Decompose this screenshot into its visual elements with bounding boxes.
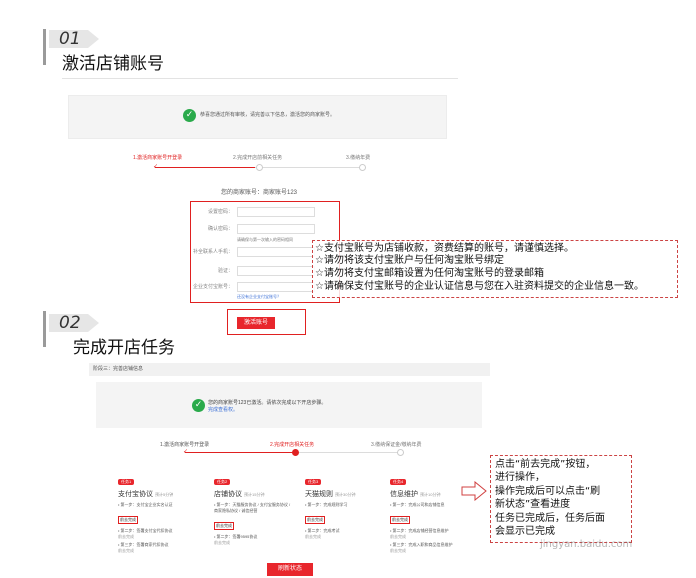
alipay-tip-1: ☆支付宝账号为店铺收款，资费结算的账号，请谨慎选择。 [315,243,574,254]
task1-step3-status[interactable]: 前去完成 [118,548,202,554]
alipay-account-label: 企业支付宝账号： [192,284,233,290]
refresh-status-button[interactable]: 刷新状态 [267,563,313,576]
task2-badge: 任务2 [214,479,231,485]
step1-progress-dot-2 [256,164,263,171]
confirm-password-input[interactable] [237,224,315,234]
task3-name: 天猫规则 预计30分钟 [305,490,385,500]
step1-number-tag: 01 [49,30,99,48]
task3-step1: • 第一步：完成规则学习 [305,502,348,507]
verify-code-label: 验证： [217,268,233,274]
step1-progress-step-3: 3.缴纳年费 [346,155,371,161]
task1-badge: 任务1 [118,479,135,485]
task4-step2-status[interactable]: 前去完成 [390,534,468,540]
step2-progress-check-icon: ✓ [183,449,189,455]
task-tip-line-6: 会显示已完成 [495,526,555,537]
task3-name-text: 天猫规则 [305,491,333,498]
task-tip-line-3: 操作完成后可以点击“刷 [495,486,601,497]
step2-progress-dot-3 [397,449,404,456]
step1-progress-check-icon: ✓ [153,164,159,170]
activated-check-icon: ✓ [192,399,205,412]
step2-progress-step-3: 3.缴纳保证金/缴纳年费 [371,442,422,448]
activated-notice-line1: 您的商家账号123已激活。请依次完成以下开店步骤。 [208,400,327,406]
confirm-password-label: 确认密码： [207,226,233,232]
task3-step1-go-link[interactable]: 前去完成 [305,516,325,524]
step2-marker-bar [43,311,46,347]
step2-number: 02 [59,313,81,333]
task3-badge: 任务3 [305,479,322,485]
verify-code-input[interactable] [237,266,315,276]
alipay-tip-3: ☆请勿将支付宝邮箱设置为任何淘宝账号的登录邮箱 [315,268,544,279]
step2-title: 完成开店任务 [73,338,175,358]
activate-account-button[interactable]: 激活账号 [237,317,275,329]
task3-time: 预计30分钟 [335,492,356,497]
step1-progress-dot-3 [359,164,366,171]
activation-notice-text: 恭喜您通过所有审核，请完善以下信息，激活您的商家账号。 [200,112,336,118]
task-column-1: 任务1 支付宝协议 预计5分钟 • 第一步：支付宝企业实名认证 前去完成 • 第二… [118,470,202,554]
task1-name-text: 支付宝协议 [118,491,153,498]
task3-step2-status[interactable]: 前去完成 [305,534,385,540]
stage-header: 阶段三：完善店铺信息 [89,363,490,376]
task4-badge: 任务4 [390,479,407,485]
task4-time: 预计10分钟 [420,492,441,497]
step1-title: 激活店铺账号 [62,54,164,74]
task1-name: 支付宝协议 预计5分钟 [118,490,202,500]
step1-progress-step-1: 1.激活商家账号开登录 [133,155,183,161]
task4-step1-go-link[interactable]: 前去完成 [390,516,410,524]
no-alipay-account-link[interactable]: 还没有企业支付宝账号？ [237,293,281,300]
watermark: jingyan.baidu.com [540,539,633,550]
step2-number-tag: 02 [49,314,99,332]
password-label: 设置密码： [207,209,233,215]
step2-progress-dot-2 [292,449,299,456]
task1-time: 预计5分钟 [155,492,174,497]
task4-name: 信息维护 预计10分钟 [390,490,468,500]
alipay-tip-4: ☆请确保支付宝账号的企业认证信息与您在入驻资料提交的企业信息一致。 [315,281,644,292]
step2-progress-fill [185,452,295,453]
activated-notice-line2: 完成查看权。 [208,407,239,413]
task2-step1: • 第一步：天猫服务协议 / 支付宝服务协议 / 商家隐私协议 / 诚信经营 [214,502,291,513]
task-tip-line-4: 新状态”查看进度 [495,499,571,510]
step1-progress-step-2: 2.完成开店前相关任务 [233,155,283,161]
confirm-password-hint: 请确保与第一次输入的密码相同 [237,237,293,242]
task1-step1-go-link[interactable]: 前去完成 [118,516,138,524]
merchant-account-label: 您的商家账号：商家账号123 [221,190,298,196]
alipay-tip-2: ☆请勿将该支付宝账户与任何淘宝账号绑定 [315,255,504,266]
step2-progress-step-2: 2.完成开店相关任务 [270,442,315,448]
task4-step3-status[interactable]: 前去完成 [390,548,468,554]
task1-step1: • 第一步：支付宝企业实名认证 [118,502,173,507]
task2-step1-go-link[interactable]: 前去完成 [214,522,234,530]
step1-number: 01 [59,29,81,49]
task-column-4: 任务4 信息维护 预计10分钟 • 第一步：完成公司和店铺信息 前去完成 • 第二… [390,470,468,554]
task2-time: 预计15分钟 [244,492,265,497]
task-tip-line-5: 任务已完成后，任务后面 [495,513,605,524]
task-tip-line-1: 点击“前去完成”按钮， [495,459,596,470]
contact-phone-input[interactable] [237,247,315,257]
success-check-icon: ✓ [183,109,196,122]
task-tip-line-2: 进行操作， [495,472,545,483]
contact-phone-label: 补全联系人手机： [192,249,233,255]
task2-step2-status[interactable]: 前去完成 [214,540,294,546]
task-column-2: 任务2 店铺协议 预计15分钟 • 第一步：天猫服务协议 / 支付宝服务协议 / … [214,470,294,546]
task-column-3: 任务3 天猫规则 预计30分钟 • 第一步：完成规则学习 前去完成 • 第二步：完… [305,470,385,540]
step1-marker-bar [43,29,46,65]
task4-step1: • 第一步：完成公司和店铺信息 [390,502,445,507]
task2-name-text: 店铺协议 [214,491,242,498]
task1-step2-status[interactable]: 前去完成 [118,534,202,540]
task2-name: 店铺协议 预计15分钟 [214,490,294,500]
pointer-arrow-icon [461,481,487,501]
task4-name-text: 信息维护 [390,491,418,498]
stage-header-text: 阶段三：完善店铺信息 [93,366,144,372]
step1-progress-fill [155,167,255,168]
alipay-account-input[interactable] [237,282,315,292]
step1-divider [62,78,458,79]
password-input[interactable] [237,207,315,217]
